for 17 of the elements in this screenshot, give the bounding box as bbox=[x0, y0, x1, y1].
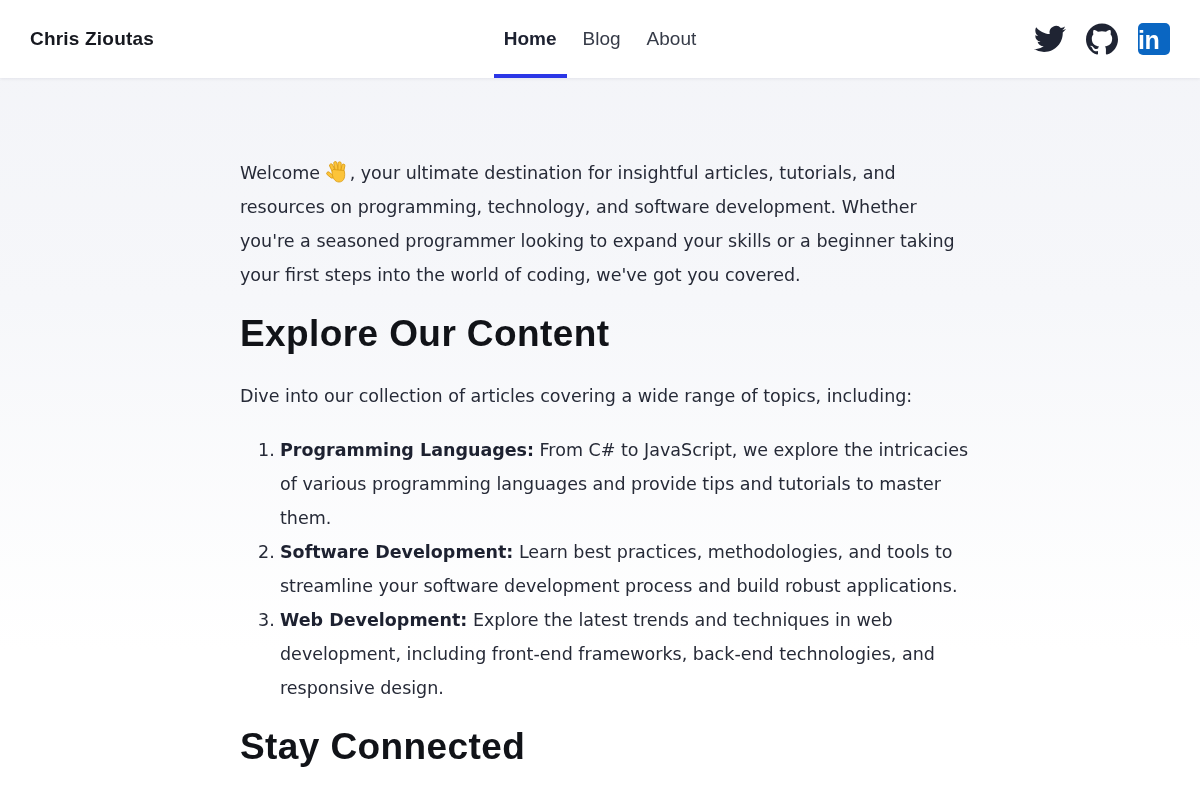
nav-link[interactable]: Home bbox=[493, 0, 567, 78]
list-item-text: Web Development: Explore the latest trends and techniques in web development, including front-end frameworks, back-end technologies, and responsive design. bbox=[280, 609, 936, 700]
list-item-text: Programming Languages: From C# to JavaScript, we explore the intricacies of various programming languages and provide tips and tutorials to master them. bbox=[280, 439, 970, 530]
section-heading: Stay Connected bbox=[240, 725, 527, 768]
cat-silhouette-icon[interactable] bbox=[1086, 23, 1118, 55]
list-number: 2. bbox=[258, 541, 276, 564]
site-brand-link[interactable]: Chris Zioutas bbox=[30, 24, 154, 54]
profile-tile-link[interactable]: in bbox=[1138, 23, 1170, 55]
intro-paragraph: Welcome , your ultimate destination for insightful articles, tutorials, and resources on programming, technology, and software development. Whether you're a seasoned programmer looking to expand your skills or a beginner taking your first steps into the world of coding, we've got you covered. bbox=[240, 156, 964, 292]
nav-link[interactable]: Blog bbox=[572, 0, 631, 78]
section-heading: Explore Our Content bbox=[240, 312, 611, 355]
bird-icon[interactable] bbox=[1034, 23, 1066, 55]
list-number: 3. bbox=[258, 609, 276, 632]
list-number: 1. bbox=[258, 439, 276, 462]
nav-link[interactable]: About bbox=[636, 0, 707, 78]
list-item-text: Software Development: Learn best practices, methodologies, and tools to streamline your software development process and build robust applications. bbox=[280, 541, 959, 598]
section-text: Dive into our collection of articles covering a wide range of topics, including: bbox=[240, 385, 914, 408]
